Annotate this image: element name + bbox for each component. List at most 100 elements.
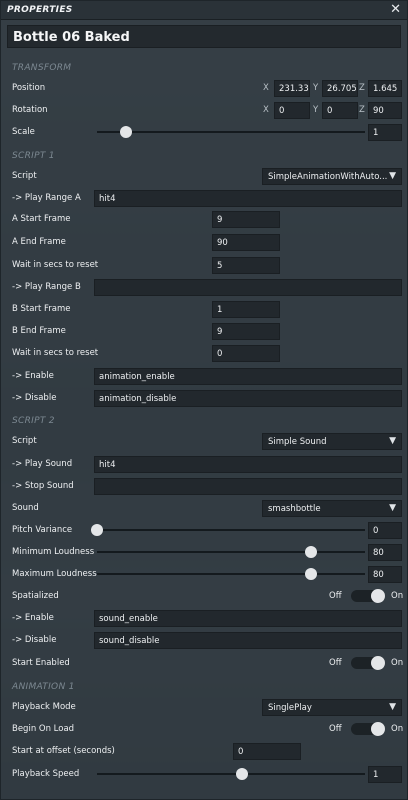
b-end-frame-label: B End Frame [12, 326, 66, 336]
chevron-down-icon: ▼ [389, 702, 396, 712]
toggle-off-label: Off [329, 658, 342, 668]
toggle-off-label: Off [329, 724, 342, 734]
toggle-switch[interactable] [351, 589, 385, 603]
play-range-a-row: -> Play Range A hit4 [1, 188, 407, 208]
a-start-frame-label: A Start Frame [12, 214, 71, 224]
axis-z-label: Z [359, 105, 365, 115]
begin-on-load-row: Begin On Load Off On [1, 719, 407, 739]
toggle-on-label: On [391, 591, 404, 601]
script2-script-dropdown[interactable]: Simple Sound ▼ [262, 433, 402, 450]
sound-disable-input[interactable]: sound_disable [94, 632, 402, 649]
script1-script-dropdown[interactable]: SimpleAnimationWithAuto... ▼ [262, 168, 402, 185]
play-sound-row: -> Play Sound hit4 [1, 454, 407, 474]
playback-speed-input[interactable]: 1 [368, 766, 402, 783]
toggle-on-label: On [391, 724, 404, 734]
section-animation-1: ANIMATION 1 [12, 682, 75, 692]
sound-dropdown[interactable]: smashbottle ▼ [262, 500, 402, 517]
play-range-a-label: -> Play Range A [12, 193, 81, 203]
toggle-switch[interactable] [351, 656, 385, 670]
play-sound-label: -> Play Sound [12, 459, 73, 469]
play-range-a-input[interactable]: hit4 [94, 190, 402, 207]
position-row: Position X 231.331 Y 26.705 Z 1.645 [1, 78, 407, 98]
min-loudness-slider-handle[interactable] [305, 546, 318, 558]
pitch-variance-slider-handle[interactable] [91, 524, 103, 536]
b-start-frame-row: B Start Frame 1 [1, 299, 407, 319]
play-sound-input[interactable]: hit4 [94, 456, 402, 473]
properties-panel: PROPERTIES ✕ Bottle 06 Baked TRANSFORM P… [0, 0, 408, 800]
chevron-down-icon: ▼ [389, 503, 396, 513]
position-x-input[interactable]: 231.331 [274, 80, 310, 97]
title-bar[interactable]: PROPERTIES ✕ [1, 1, 407, 20]
toggle-knob [371, 589, 385, 603]
chevron-down-icon: ▼ [389, 436, 396, 446]
position-z-input[interactable]: 1.645 [368, 80, 402, 97]
scale-slider-track[interactable] [97, 131, 365, 133]
script-label: Script [12, 171, 37, 181]
start-enabled-row: Start Enabled Off On [1, 653, 407, 673]
toggle-off-label: Off [329, 591, 342, 601]
begin-on-load-label: Begin On Load [12, 724, 75, 734]
playback-speed-slider-track[interactable] [97, 773, 365, 775]
max-loudness-input[interactable]: 80 [368, 566, 402, 583]
play-range-b-input[interactable] [94, 279, 402, 296]
min-loudness-input[interactable]: 80 [368, 544, 402, 561]
b-end-frame-row: B End Frame 9 [1, 321, 407, 341]
pitch-variance-input[interactable]: 0 [368, 522, 402, 539]
max-loudness-slider-handle[interactable] [305, 568, 318, 580]
sound-disable-row: -> Disable sound_disable [1, 630, 407, 650]
stop-sound-label: -> Stop Sound [12, 481, 74, 491]
scale-value-input[interactable]: 1 [368, 124, 402, 141]
playback-speed-slider-handle[interactable] [235, 768, 248, 780]
toggle-switch[interactable] [351, 722, 385, 736]
stop-sound-row: -> Stop Sound [1, 476, 407, 496]
anim-disable-input[interactable]: animation_disable [94, 390, 402, 407]
playback-speed-label: Playback Speed [12, 769, 80, 779]
start-offset-input[interactable]: 0 [233, 743, 301, 760]
b-start-frame-input[interactable]: 1 [212, 301, 280, 318]
wait-a-label: Wait in secs to reset [12, 260, 99, 270]
max-loudness-slider-track[interactable] [97, 573, 365, 575]
play-range-b-row: -> Play Range B [1, 277, 407, 297]
rotation-row: Rotation X 0 Y 0 Z 90 [1, 100, 407, 120]
disable-label: -> Disable [12, 393, 57, 403]
rotation-y-input[interactable]: 0 [322, 102, 358, 119]
chevron-down-icon: ▼ [389, 171, 396, 181]
wait-a-row: Wait in secs to reset 5 [1, 255, 407, 275]
start-offset-label: Start at offset (seconds) [12, 746, 115, 756]
sound-label: Sound [12, 503, 39, 513]
wait-b-label: Wait in secs to reset [12, 348, 99, 358]
playback-speed-row: Playback Speed 1 [1, 764, 407, 784]
sound-enable-row: -> Enable sound_enable [1, 608, 407, 628]
rotation-x-input[interactable]: 0 [274, 102, 310, 119]
anim-enable-input[interactable]: animation_enable [94, 368, 402, 385]
axis-x-label: X [263, 83, 269, 93]
toggle-knob [371, 722, 385, 736]
script-label: Script [12, 436, 37, 446]
rotation-z-input[interactable]: 90 [368, 102, 402, 119]
a-end-frame-input[interactable]: 90 [212, 234, 280, 251]
b-end-frame-input[interactable]: 9 [212, 323, 280, 340]
playback-mode-dropdown[interactable]: SinglePlay ▼ [262, 699, 402, 716]
axis-z-label: Z [359, 83, 365, 93]
a-start-frame-input[interactable]: 9 [212, 211, 280, 228]
sound-enable-input[interactable]: sound_enable [94, 610, 402, 627]
pitch-variance-row: Pitch Variance 0 [1, 520, 407, 540]
wait-a-input[interactable]: 5 [212, 257, 280, 274]
section-transform: TRANSFORM [12, 63, 72, 73]
playback-mode-row: Playback Mode SinglePlay ▼ [1, 697, 407, 717]
wait-b-input[interactable]: 0 [212, 345, 280, 362]
position-y-input[interactable]: 26.705 [322, 80, 358, 97]
max-loudness-label: Maximum Loudness [12, 569, 97, 579]
stop-sound-input[interactable] [94, 478, 402, 495]
min-loudness-slider-track[interactable] [97, 551, 365, 553]
pitch-variance-slider-track[interactable] [97, 529, 365, 531]
max-loudness-row: Maximum Loudness 80 [1, 564, 407, 584]
b-start-frame-label: B Start Frame [12, 304, 71, 314]
a-end-frame-label: A End Frame [12, 237, 66, 247]
object-name-field[interactable]: Bottle 06 Baked [7, 25, 401, 48]
section-script-2: SCRIPT 2 [12, 416, 55, 426]
min-loudness-row: Minimum Loudness 80 [1, 542, 407, 562]
scale-slider-handle[interactable] [120, 126, 133, 138]
close-icon[interactable]: ✕ [390, 2, 401, 17]
axis-y-label: Y [313, 83, 319, 93]
